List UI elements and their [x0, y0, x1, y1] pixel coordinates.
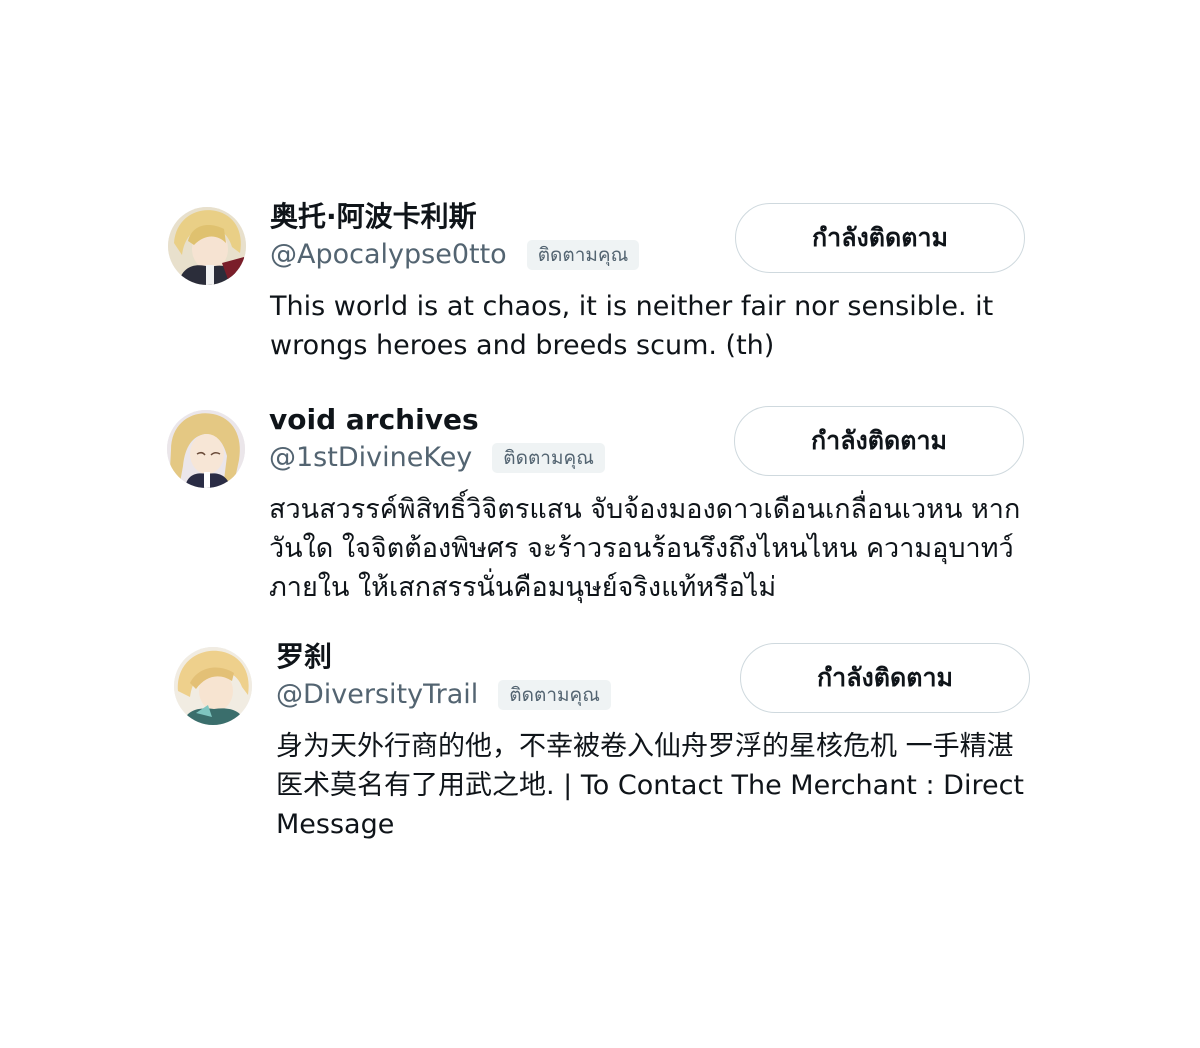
follows-you-badge: ติดตามคุณ	[492, 443, 605, 473]
avatar[interactable]	[167, 410, 245, 488]
user-bio: 身为天外行商的他，不幸被卷入仙舟罗浮的星核危机 一手精湛医术莫名有了用武之地. …	[276, 731, 1024, 840]
avatar-image	[174, 647, 252, 725]
follows-you-badge: ติดตามคุณ	[498, 680, 611, 710]
avatar-image	[167, 410, 245, 488]
avatar[interactable]	[168, 207, 246, 285]
user-handle[interactable]: @Apocalypse0tto	[270, 235, 507, 275]
follows-you-badge: ติดตามคุณ	[526, 240, 640, 270]
user-handle[interactable]: @DiversityTrail	[276, 675, 478, 715]
user-bio: สวนสวรรค์พิสิทธิ์วิจิตรแสน จับจ้องมองดาว…	[269, 494, 1021, 603]
following-button[interactable]: กำลังติดตาม	[735, 203, 1025, 273]
avatar[interactable]	[174, 647, 252, 725]
avatar-image	[168, 207, 246, 285]
following-button[interactable]: กำลังติดตาม	[740, 643, 1030, 713]
user-bio: This world is at chaos, it is neither fa…	[270, 291, 994, 361]
user-handle[interactable]: @1stDivineKey	[269, 438, 472, 478]
following-button[interactable]: กำลังติดตาม	[734, 406, 1024, 476]
